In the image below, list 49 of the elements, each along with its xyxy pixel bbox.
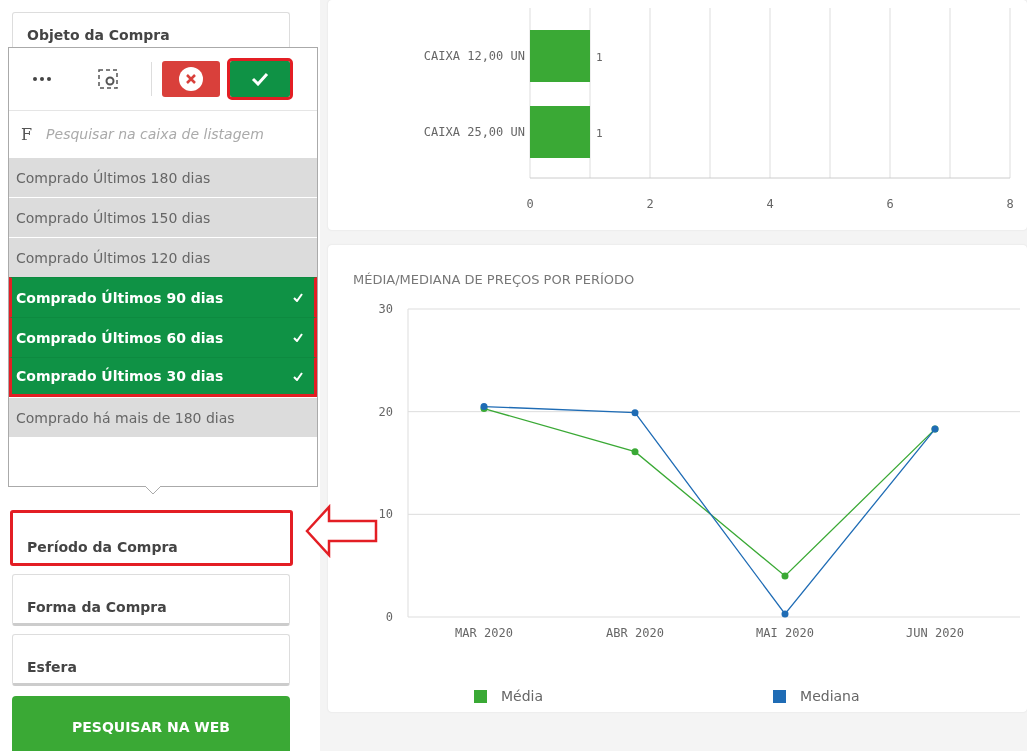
legend-swatch	[474, 689, 487, 703]
tick-label: 0	[385, 610, 393, 624]
bar	[530, 106, 590, 158]
legend-label: Média	[501, 688, 544, 704]
tick-label: 30	[378, 302, 393, 316]
tick-label: 0	[526, 197, 534, 211]
category-label: CAIXA 12,00 UN	[423, 49, 525, 63]
legend-label: Mediana	[800, 688, 860, 704]
list-item[interactable]: Comprado Últimos 150 dias	[9, 197, 317, 237]
selection-tool-icon[interactable]	[98, 69, 118, 89]
check-icon	[293, 371, 303, 381]
tick-label: 20	[378, 404, 393, 419]
tick-label: 8	[1006, 197, 1014, 211]
tick-label: 4	[766, 197, 774, 211]
category-label: MAR 2020	[455, 626, 513, 640]
list-item[interactable]: Comprado há mais de 180 dias	[9, 397, 317, 437]
filter-field[interactable]: Período da Compra	[10, 510, 293, 566]
data-point	[781, 610, 789, 618]
data-label: 1	[596, 51, 603, 64]
category-label: CAIXA 25,00 UN	[423, 125, 525, 139]
list-item[interactable]: Comprado Últimos 120 dias	[9, 237, 317, 277]
close-icon	[179, 67, 203, 91]
tick-label: 6	[886, 197, 894, 211]
category-label: ABR 2020	[606, 626, 664, 640]
list-item[interactable]: Comprado Últimos 180 dias	[9, 157, 317, 197]
listbox-search-field[interactable]: F Pesquisar na caixa de listagem	[9, 111, 317, 157]
legend-swatch	[773, 689, 787, 703]
data-label: 1	[596, 127, 603, 140]
category-label: JUN 2020	[906, 626, 964, 640]
confirm-button[interactable]	[230, 61, 290, 97]
filter-field[interactable]: Forma da Compra	[12, 574, 290, 626]
list-item[interactable]: Comprado Últimos 90 dias	[9, 277, 317, 317]
filter-field[interactable]: Esfera	[12, 634, 290, 686]
data-point	[631, 409, 639, 417]
cancel-button[interactable]	[162, 61, 220, 97]
chart-title: MÉDIA/MEDIANA DE PREÇOS POR PERÍODO	[352, 271, 636, 289]
data-point	[631, 448, 639, 456]
more-icon[interactable]	[33, 77, 51, 81]
category-label: MAI 2020	[756, 626, 814, 640]
list-item[interactable]: Comprado Últimos 60 dias	[9, 317, 317, 357]
check-icon	[293, 293, 303, 302]
tick-label: 10	[378, 507, 393, 522]
search-web-button[interactable]: PESQUISAR NA WEB	[12, 696, 290, 751]
list-item[interactable]: Comprado Últimos 30 dias	[9, 357, 317, 397]
data-point	[781, 572, 789, 580]
bar	[530, 30, 590, 82]
check-icon	[251, 72, 269, 86]
tick-label: 2	[646, 197, 654, 211]
check-icon	[293, 333, 303, 342]
